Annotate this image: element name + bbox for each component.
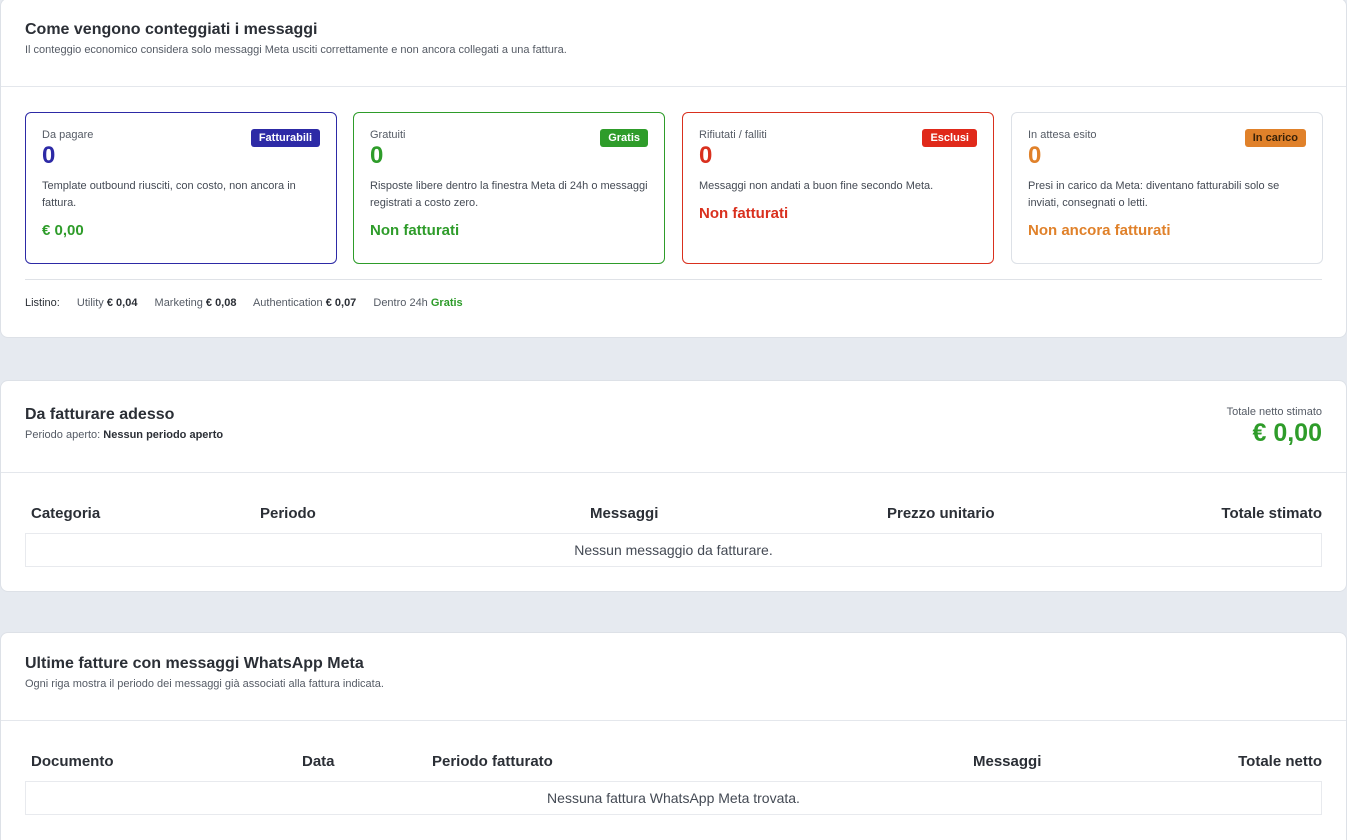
pricelist: Listino: Utility € 0,04 Marketing € 0,08…	[25, 297, 477, 309]
column-header: Messaggi	[590, 505, 659, 522]
price-marketing: Marketing € 0,08	[154, 297, 237, 309]
divider	[1, 472, 1346, 473]
divider	[25, 279, 1322, 280]
total-label: Totale netto stimato	[1226, 406, 1322, 418]
status-badge: Esclusi	[922, 129, 977, 147]
column-header: Periodo	[260, 505, 316, 522]
column-header: Messaggi	[973, 753, 1042, 770]
price-authentication: Authentication € 0,07	[252, 297, 357, 309]
tile-status: Non ancora fatturati	[1028, 222, 1171, 239]
column-header: Data	[302, 753, 335, 770]
tile-pending: In attesa esito 0 Presi in carico da Met…	[1011, 112, 1323, 264]
tile-description: Presi in carico da Meta: diventano fattu…	[1028, 180, 1280, 209]
invoices-title: Ultime fatture con messaggi WhatsApp Met…	[25, 655, 364, 672]
divider	[1, 720, 1346, 721]
tile-status: Non fatturati	[699, 205, 789, 222]
column-header: Totale stimato	[1221, 505, 1322, 522]
column-header: Periodo fatturato	[432, 753, 553, 770]
pricelist-label: Listino:	[25, 297, 60, 309]
column-header: Prezzo unitario	[887, 505, 995, 522]
divider	[1, 86, 1346, 87]
tile-status: Non fatturati	[370, 222, 460, 239]
counting-card: Come vengono conteggiati i messaggi Il c…	[0, 0, 1347, 338]
tile-amount: € 0,00	[42, 222, 84, 239]
price-utility: Utility € 0,04	[76, 297, 138, 309]
empty-row: Nessuna fattura WhatsApp Meta trovata.	[25, 781, 1322, 815]
billing-title: Da fatturare adesso	[25, 406, 175, 423]
counting-title: Come vengono conteggiati i messaggi	[25, 21, 318, 38]
billing-period: Periodo aperto: Nessun periodo aperto	[25, 429, 224, 441]
status-tiles: Da pagare 0 Template outbound riusciti, …	[25, 112, 1323, 264]
billing-table: Categoria Periodo Messaggi Prezzo unitar…	[25, 505, 1322, 575]
tile-billable: Da pagare 0 Template outbound riusciti, …	[25, 112, 337, 264]
status-badge: Gratis	[600, 129, 648, 147]
status-badge: In carico	[1244, 129, 1306, 147]
column-header: Documento	[31, 753, 114, 770]
column-header: Categoria	[31, 505, 101, 522]
billing-card: Da fatturare adesso Periodo aperto: Ness…	[0, 380, 1347, 592]
invoices-card: Ultime fatture con messaggi WhatsApp Met…	[0, 632, 1347, 840]
empty-row: Nessun messaggio da fatturare.	[25, 533, 1322, 567]
tile-description: Risposte libere dentro la finestra Meta …	[370, 180, 648, 209]
tile-excluded: Rifiutati / falliti 0 Messaggi non andat…	[682, 112, 994, 264]
tile-free: Gratuiti 0 Risposte libere dentro la fin…	[353, 112, 665, 264]
invoices-table: Documento Data Periodo fatturato Messagg…	[25, 753, 1322, 823]
tile-description: Template outbound riusciti, con costo, n…	[42, 180, 296, 209]
counting-subtitle: Il conteggio economico considera solo me…	[25, 44, 567, 56]
tile-description: Messaggi non andati a buon fine secondo …	[699, 180, 934, 192]
total-estimate: Totale netto stimato € 0,00	[1227, 406, 1322, 448]
total-value: € 0,00	[1252, 419, 1322, 447]
column-header: Totale netto	[1238, 753, 1322, 770]
price-within-24h: Dentro 24h Gratis	[373, 297, 463, 309]
status-badge: Fatturabili	[250, 129, 320, 147]
invoices-subtitle: Ogni riga mostra il periodo dei messaggi…	[25, 678, 384, 690]
